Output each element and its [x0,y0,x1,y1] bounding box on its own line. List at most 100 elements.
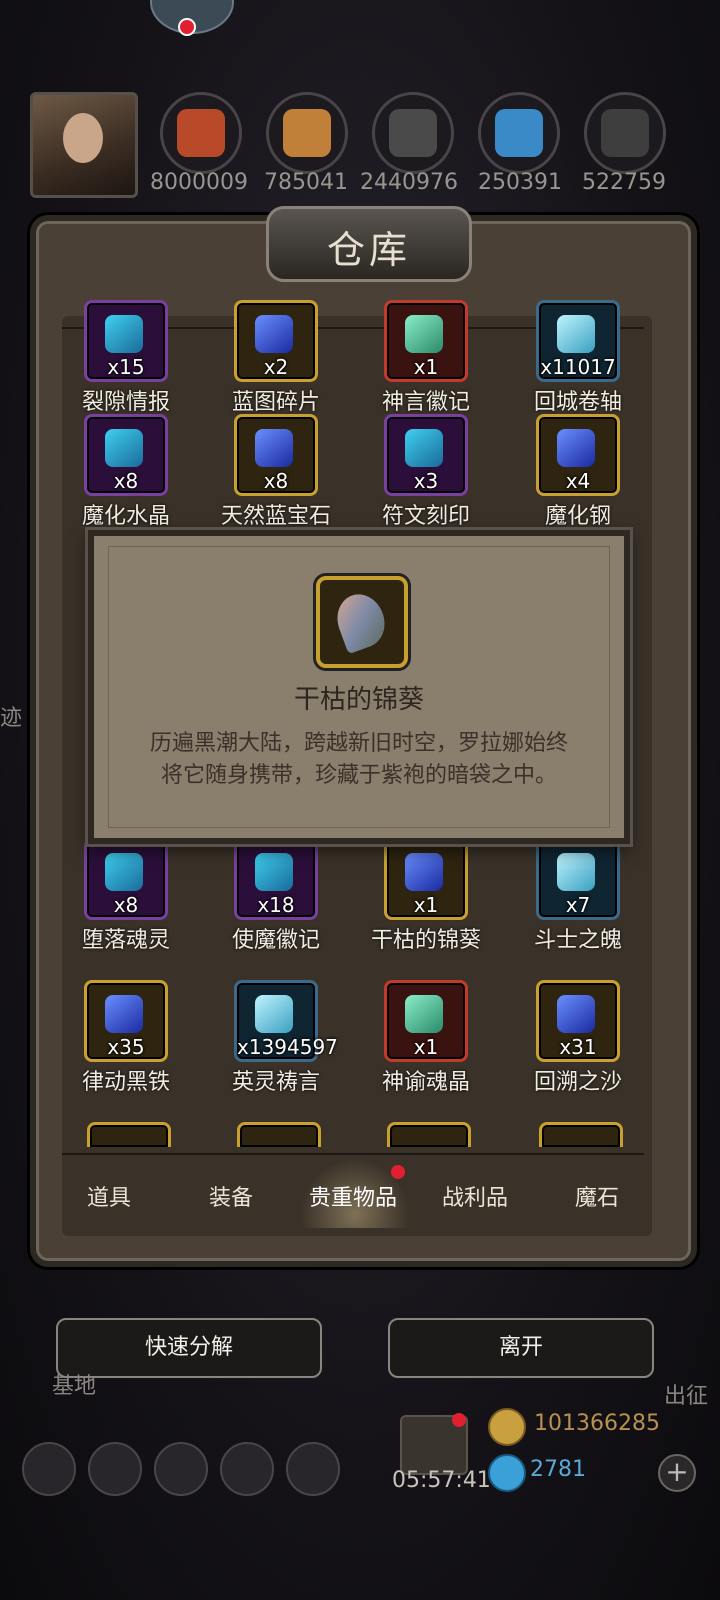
item-icon: x31 [536,980,620,1062]
item-icon: x8 [84,414,168,496]
popup-item-description: 历遍黑潮大陆，跨越新旧时空，罗拉娜始终 将它随身携带，珍藏于紫袍的暗袋之中。 [134,728,584,792]
inventory-item[interactable]: x31 回溯之沙 [518,980,638,1096]
inventory-item[interactable]: x18 使魔徽记 [216,838,336,954]
hall-icon[interactable] [154,1442,208,1496]
side-label-fragment: 迹 [0,706,23,731]
item-quantity: x11017 [540,355,616,379]
item-icon-partial[interactable] [87,1122,171,1147]
dried-mallow-icon [316,576,408,668]
item-quantity: x1 [413,1035,439,1059]
leaf-icon [330,587,392,655]
item-detail-popup[interactable]: 干枯的锦葵 历遍黑潮大陆，跨越新旧时空，罗拉娜始终 将它随身携带，珍藏于紫袍的暗… [88,530,630,844]
item-icon-partial[interactable] [237,1122,321,1147]
item-image-icon [557,853,595,891]
tab-equipment[interactable]: 装备 [176,1180,286,1212]
item-name: 符文刻印 [381,504,470,529]
inventory-item[interactable]: x1 干枯的锦葵 [366,838,486,954]
resource-crystal-icon[interactable] [478,92,560,174]
item-quantity: x1 [413,355,439,379]
inventory-item[interactable]: x8 堕落魂灵 [66,838,186,954]
item-name: 使魔徽记 [231,928,320,953]
item-icon: x7 [536,838,620,920]
item-image-icon [255,995,293,1033]
inventory-item[interactable]: x35 律动黑铁 [66,980,186,1096]
item-quantity: x2 [263,355,289,379]
inventory-item[interactable]: x2 蓝图碎片 [216,300,336,416]
gift-notification-dot [452,1413,466,1427]
category-tabs: 道具 装备 贵重物品 战利品 魔石 [62,1180,644,1230]
leave-button[interactable]: 离开 [388,1318,654,1378]
item-quantity: x8 [113,893,139,917]
item-quantity: x31 [559,1035,597,1059]
item-icon: x1 [384,980,468,1062]
item-name: 裂隙情报 [81,390,170,415]
item-name: 魔化钢 [544,504,611,529]
popup-item-name: 干枯的锦葵 [293,685,424,715]
item-quantity: x7 [565,893,591,917]
inventory-item[interactable]: x3 符文刻印 [366,414,486,530]
tab-valuables[interactable]: 贵重物品 [298,1180,408,1212]
item-icon: x4 [536,414,620,496]
gift-timer: 05:57:41 [392,1468,491,1493]
settings-icon[interactable] [22,1442,76,1496]
item-name: 英灵祷言 [231,1070,320,1095]
resource-iron-icon[interactable] [584,92,666,174]
item-quantity: x1394597 [237,1035,338,1059]
item-name: 律动黑铁 [81,1070,170,1095]
resource-ore-value: 8000009 [150,170,248,195]
resource-iron-value: 522759 [582,170,666,195]
item-name: 斗士之魄 [533,928,622,953]
tab-loot[interactable]: 战利品 [420,1180,530,1212]
inventory-item[interactable]: x1 神谕魂晶 [366,980,486,1096]
inventory-item[interactable]: x4 魔化钢 [518,414,638,530]
item-name: 天然蓝宝石 [220,504,331,529]
shop-icon[interactable] [286,1442,340,1496]
mail-icon[interactable] [220,1442,274,1496]
item-icon: x8 [234,414,318,496]
avatar-face [63,113,103,163]
item-name: 神谕魂晶 [381,1070,470,1095]
title-plate: 仓库 [266,206,472,282]
item-quantity: x15 [107,355,145,379]
tab-notification-dot [391,1165,405,1179]
base-label-fragment: 基地 [52,1374,97,1399]
resource-wood-value: 785041 [264,170,348,195]
mascot-icon[interactable] [150,0,234,36]
item-image-icon [557,315,595,353]
resource-bar: 8000009 785041 2440976 250391 522759 [0,0,720,200]
resource-stone-icon[interactable] [372,92,454,174]
item-image-icon [105,995,143,1033]
add-gems-button[interactable]: + [658,1454,696,1492]
tab-items[interactable]: 道具 [54,1180,164,1212]
item-icon-partial[interactable] [387,1122,471,1147]
inventory-item[interactable]: x1394597 英灵祷言 [216,980,338,1096]
item-icon: x2 [234,300,318,382]
popup-desc-line2: 将它随身携带，珍藏于紫袍的暗袋之中。 [160,763,557,788]
item-quantity: x8 [113,469,139,493]
item-icon: x1394597 [234,980,338,1062]
tab-magic-stone[interactable]: 魔石 [542,1180,652,1212]
item-icon: x11017 [536,300,620,382]
notification-dot [178,18,196,36]
avatar[interactable] [30,92,138,198]
inventory-item[interactable]: x11017 回城卷轴 [518,300,638,416]
item-quantity: x1 [413,893,439,917]
emblem-icon[interactable] [88,1442,142,1496]
item-icon-partial[interactable] [539,1122,623,1147]
item-image-icon [255,853,293,891]
resource-crystal-value: 250391 [478,170,562,195]
item-image-icon [405,429,443,467]
item-icon: x3 [384,414,468,496]
inventory-item[interactable]: x15 裂隙情报 [66,300,186,416]
resource-wood-icon[interactable] [266,92,348,174]
gold-amount: 101366285 [534,1411,660,1436]
item-image-icon [255,429,293,467]
item-quantity: x8 [263,469,289,493]
inventory-item[interactable]: x7 斗士之魄 [518,838,638,954]
inventory-item[interactable]: x8 天然蓝宝石 [216,414,336,530]
item-name: 蓝图碎片 [231,390,320,415]
inventory-item[interactable]: x8 魔化水晶 [66,414,186,530]
inventory-item[interactable]: x1 神言徽记 [366,300,486,416]
item-quantity: x3 [413,469,439,493]
resource-ore-icon[interactable] [160,92,242,174]
